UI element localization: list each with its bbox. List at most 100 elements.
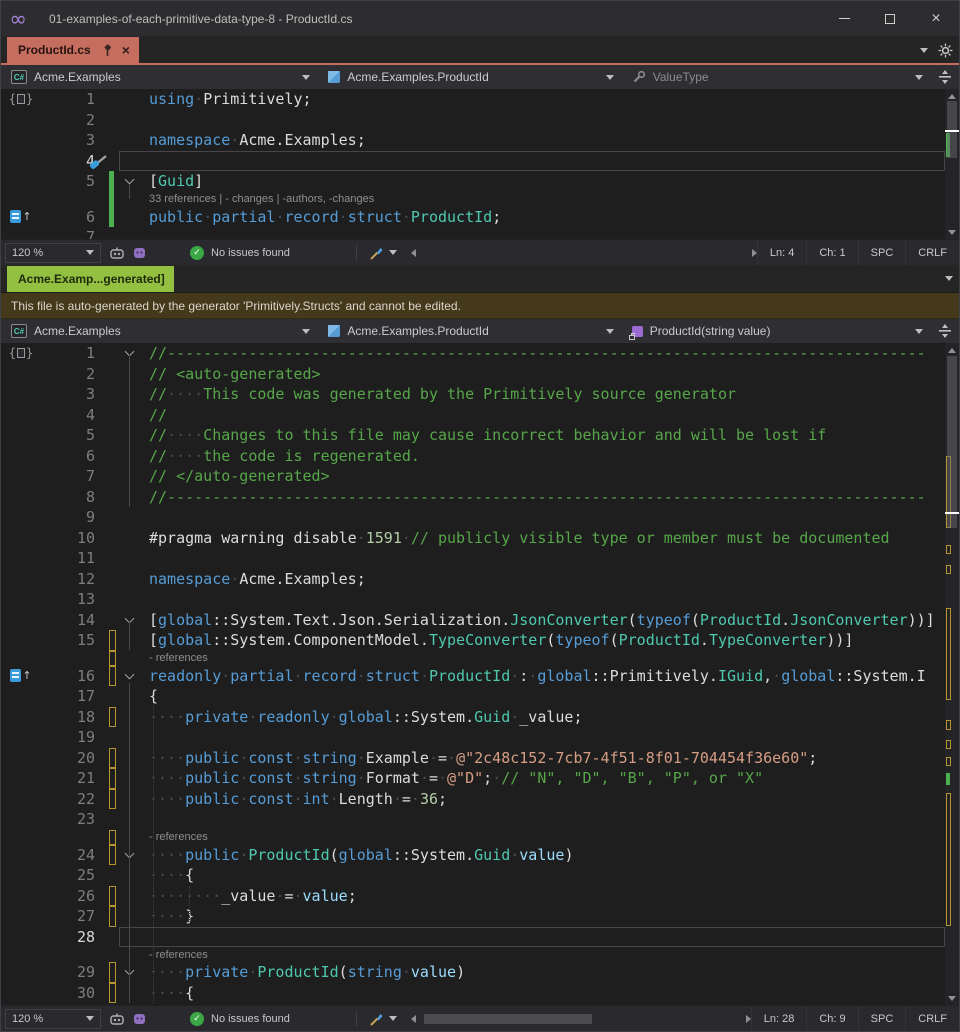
code-cleanup-button[interactable] [369,1012,397,1026]
codelens-row[interactable]: - references [1,947,959,962]
code-line[interactable]: ↑ 6 public·partial·record·struct·ProductId… [1,206,959,228]
nav-member-dropdown[interactable]: ValueType [622,65,931,89]
split-editor-icon[interactable] [931,323,959,339]
close-button[interactable]: × [913,1,959,36]
line-ending-indicator[interactable]: CRLF [905,1006,959,1031]
code-line[interactable]: {} 1//-----------------------------------… [1,343,959,364]
fold-chevron-icon[interactable] [124,669,134,680]
tab-list-dropdown-icon[interactable] [920,47,928,53]
code-line[interactable]: 2// <auto-generated> [1,364,959,385]
references-margin-icon[interactable] [10,669,22,683]
code-structure-icon[interactable]: {} [9,346,33,360]
nav-project-dropdown[interactable]: C# Acme.Examples [1,65,318,89]
horizontal-scrollbar[interactable] [410,1006,751,1031]
tab-productid-cs[interactable]: ProductId.cs × [7,37,139,63]
code-editor-1[interactable]: {} 1 using·Primitively; 2 3 namespace·Acme.Ex… [1,89,959,239]
code-line[interactable]: 3//····This code was generated by the Pr… [1,384,959,405]
change-tracking-bar [107,364,117,385]
code-line[interactable]: 6//····the code is regenerated. [1,446,959,467]
code-line[interactable]: 24 ····public·ProductId(global::System.Gu… [1,844,959,866]
code-line[interactable]: 19 [1,727,959,748]
code-cleanup-button[interactable] [369,246,397,260]
scrollbar-thumb[interactable] [947,356,957,529]
code-line[interactable]: 21 ····public·const·string·Format·=·@"D";… [1,768,959,789]
code-line[interactable]: 11 [1,548,959,569]
codelens-row[interactable]: - references [1,829,959,845]
vertical-scrollbar[interactable] [945,89,959,239]
extension-badge-icon[interactable] [133,1012,146,1025]
code-line[interactable]: 25 ····{ [1,865,959,886]
split-editor-icon[interactable] [931,69,959,85]
scroll-right-icon[interactable] [745,1014,751,1023]
code-line[interactable]: 15 [global::System.ComponentModel.TypeCon… [1,630,959,651]
fold-chevron-icon[interactable] [124,174,134,185]
maximize-button[interactable] [867,1,913,36]
zoom-select[interactable]: 120 % [5,1008,101,1029]
code-editor-2[interactable]: {} 1//-----------------------------------… [1,343,959,1005]
scroll-down-icon[interactable] [945,225,959,239]
code-line[interactable]: 5//····Changes to this file may cause in… [1,425,959,446]
scrollbar-thumb[interactable] [423,1013,592,1024]
copilot-icon[interactable] [109,246,125,260]
horizontal-scrollbar[interactable] [410,240,757,265]
code-line[interactable]: 28 [1,926,959,948]
scroll-right-icon[interactable] [751,248,757,257]
code-line[interactable]: 13 [1,589,959,610]
nav-member-dropdown[interactable]: ProductId(string value) [622,319,931,343]
tab-generated-file[interactable]: Acme.Examp...generated] [7,266,174,292]
code-line[interactable]: 10 #pragma warning disable·1591·// public… [1,528,959,549]
code-line[interactable]: ↑ 16 readonly·partial·record·struct·Produc… [1,665,959,687]
code-line[interactable]: 18 ····private·readonly·global::System.Gu… [1,706,959,728]
code-line[interactable]: 12 namespace·Acme.Examples; [1,569,959,590]
code-line[interactable]: 7// </auto-generated> [1,466,959,487]
issues-indicator[interactable]: ✓ No issues found [190,1011,290,1026]
code-line[interactable]: 27 ····} [1,906,959,927]
references-margin-icon[interactable] [10,210,22,224]
scroll-left-icon[interactable] [410,248,416,257]
zoom-select[interactable]: 120 % [5,242,101,263]
code-line[interactable]: 30 ····{ [1,982,959,1004]
codelens-row[interactable]: - references [1,650,959,666]
code-line[interactable]: 7 [1,227,959,239]
scroll-up-icon[interactable] [945,343,959,357]
line-indicator[interactable]: Ln: 28 [750,1006,807,1031]
code-line[interactable]: 4// [1,405,959,426]
nav-type-dropdown[interactable]: Acme.Examples.ProductId [318,319,621,343]
code-line[interactable]: 5 [Guid] [1,171,959,192]
quick-actions-screwdriver-icon[interactable] [89,153,111,170]
minimize-button[interactable] [821,1,867,36]
code-line[interactable]: 17{ [1,686,959,707]
code-line[interactable]: 22 ····public·const·int·Length·=·36; [1,788,959,810]
extension-badge-icon[interactable] [133,246,146,259]
nav-type-dropdown[interactable]: Acme.Examples.ProductId [318,65,621,89]
code-line[interactable]: 14 [global::System.Text.Json.Serializatio… [1,610,959,631]
code-line[interactable]: {} 1 using·Primitively; [1,89,959,110]
pin-icon[interactable] [102,43,113,57]
code-line[interactable]: 4 [1,150,959,172]
line-ending-indicator[interactable]: CRLF [905,240,959,265]
code-line[interactable]: 23 [1,809,959,830]
nav-project-dropdown[interactable]: C# Acme.Examples [1,319,318,343]
code-line[interactable]: 3 namespace·Acme.Examples; [1,130,959,151]
gear-icon[interactable] [938,43,953,58]
code-line[interactable]: 20 ····public·const·string·Example·=·@"2c… [1,747,959,769]
tab-close-icon[interactable]: × [122,42,130,58]
issues-indicator[interactable]: ✓ No issues found [190,245,290,260]
space-mode-indicator[interactable]: SPC [857,1006,906,1031]
codelens-row[interactable]: 33 references | - changes | -authors, -c… [1,191,959,207]
column-indicator[interactable]: Ch: 9 [806,1006,857,1031]
scroll-down-icon[interactable] [945,991,959,1005]
copilot-icon[interactable] [109,1012,125,1026]
vertical-scrollbar[interactable] [945,343,959,1005]
code-line[interactable]: 8//-------------------------------------… [1,487,959,508]
code-line[interactable]: 29 ····private·ProductId(string·value) [1,962,959,983]
code-structure-icon[interactable]: {} [9,92,33,106]
code-line[interactable]: 26 ········_value·=·value; [1,885,959,907]
column-indicator[interactable]: Ch: 1 [806,240,857,265]
code-line[interactable]: 2 [1,110,959,131]
space-mode-indicator[interactable]: SPC [857,240,906,265]
tab-list-dropdown-icon[interactable] [945,275,953,281]
line-indicator[interactable]: Ln: 4 [756,240,806,265]
scroll-left-icon[interactable] [410,1014,416,1023]
code-line[interactable]: 9 [1,507,959,528]
